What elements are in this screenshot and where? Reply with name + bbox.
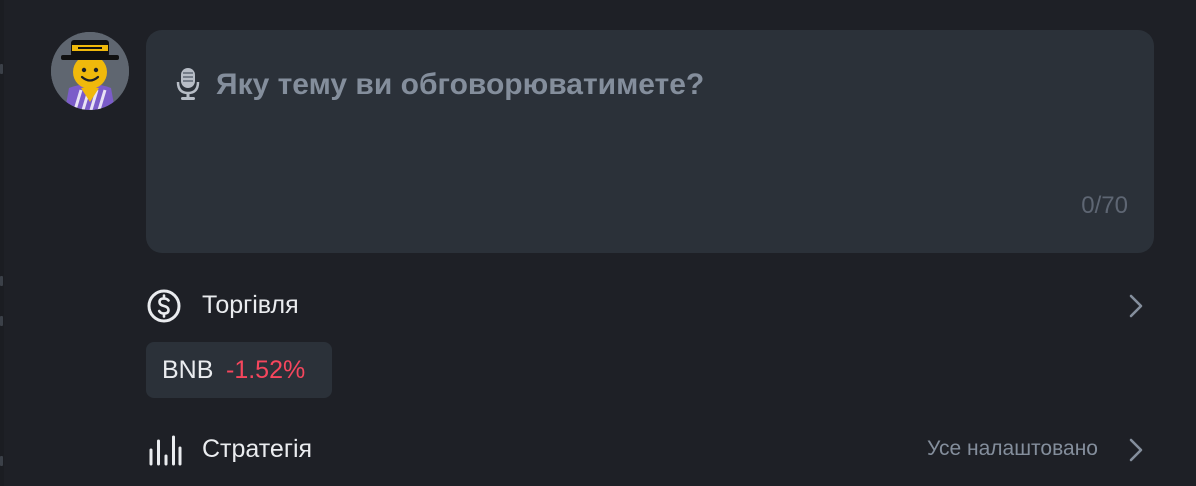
- strategy-row[interactable]: Стратегія Усе налаштовано: [146, 428, 1154, 472]
- avatar-image: [51, 32, 129, 110]
- token-change: -1.52%: [226, 356, 306, 384]
- token-chip[interactable]: BNB -1.52%: [146, 342, 332, 398]
- character-counter: 0/70: [1081, 192, 1128, 219]
- chevron-right-icon[interactable]: [1128, 293, 1144, 319]
- strategy-label: Стратегія: [202, 435, 313, 463]
- microphone-icon: [176, 68, 200, 100]
- token-symbol: BNB: [162, 356, 214, 384]
- topic-input[interactable]: [216, 60, 1116, 110]
- topic-composer: 0/70: [146, 30, 1154, 253]
- live-setup-page: 0/70 Торгівля BNB -1.52% Стратегія Усе н…: [0, 0, 1196, 486]
- trading-row[interactable]: Торгівля: [146, 284, 1154, 328]
- dollar-circle-icon: [147, 289, 181, 323]
- trading-label: Торгівля: [202, 291, 299, 319]
- strategy-status: Усе налаштовано: [927, 437, 1098, 460]
- chevron-right-icon[interactable]: [1128, 437, 1144, 463]
- avatar[interactable]: [51, 32, 129, 110]
- bar-chart-icon: [149, 435, 182, 466]
- left-panel-edge: [0, 0, 4, 486]
